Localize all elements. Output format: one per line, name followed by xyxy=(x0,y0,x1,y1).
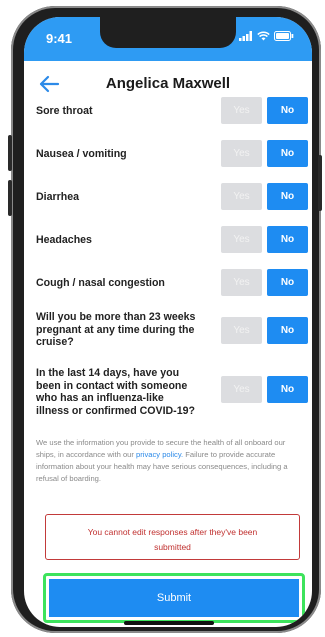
question-label: Cough / nasal congestion xyxy=(36,277,165,289)
phone-side-button xyxy=(8,180,12,216)
question-row: Will you be more than 23 weeks pregnant … xyxy=(36,311,308,351)
phone-side-button xyxy=(318,155,322,211)
yes-button[interactable]: Yes xyxy=(221,97,262,124)
signal-icon xyxy=(239,31,252,41)
battery-icon xyxy=(274,31,294,41)
question-row: In the last 14 days, have you been in co… xyxy=(36,367,308,419)
warning-text: You cannot edit responses after they've … xyxy=(87,527,258,552)
yes-button[interactable]: Yes xyxy=(221,226,262,253)
no-button[interactable]: No xyxy=(267,317,308,344)
status-time: 9:41 xyxy=(46,31,73,46)
privacy-policy-link[interactable]: privacy policy. xyxy=(136,450,183,459)
no-button[interactable]: No xyxy=(267,376,308,403)
submit-highlight: Submit xyxy=(43,573,305,623)
no-button[interactable]: No xyxy=(267,269,308,296)
question-row: Nausea / vomiting Yes No xyxy=(36,140,308,167)
no-button[interactable]: No xyxy=(267,183,308,210)
yes-button[interactable]: Yes xyxy=(221,317,262,344)
submit-button[interactable]: Submit xyxy=(49,579,299,617)
notch xyxy=(100,17,236,48)
phone-side-button xyxy=(8,135,12,171)
yes-button[interactable]: Yes xyxy=(221,140,262,167)
page-title: Angelica Maxwell xyxy=(105,75,231,92)
status-icons xyxy=(239,31,294,41)
wifi-icon xyxy=(257,31,270,41)
question-row: Headaches Yes No xyxy=(36,226,308,253)
no-button[interactable]: No xyxy=(267,140,308,167)
privacy-notice: We use the information you provide to se… xyxy=(36,437,302,485)
no-button[interactable]: No xyxy=(267,226,308,253)
question-label: Headaches xyxy=(36,234,92,246)
question-label: Sore throat xyxy=(36,105,93,117)
yes-button[interactable]: Yes xyxy=(221,269,262,296)
app-screen: 9:41 Angelica Maxwell Sore throat Yes No… xyxy=(24,17,312,627)
yes-button[interactable]: Yes xyxy=(221,183,262,210)
question-row: Sore throat Yes No xyxy=(36,97,308,124)
question-row: Diarrhea Yes No xyxy=(36,183,308,210)
question-label: Will you be more than 23 weeks pregnant … xyxy=(36,311,196,348)
status-bar: 9:41 xyxy=(24,17,312,61)
question-row: Cough / nasal congestion Yes No xyxy=(36,269,308,296)
question-label: Nausea / vomiting xyxy=(36,148,127,160)
question-label: In the last 14 days, have you been in co… xyxy=(36,367,195,417)
no-button[interactable]: No xyxy=(267,97,308,124)
warning-banner: You cannot edit responses after they've … xyxy=(45,514,300,560)
question-label: Diarrhea xyxy=(36,191,79,203)
home-indicator xyxy=(124,621,214,625)
yes-button[interactable]: Yes xyxy=(221,376,262,403)
